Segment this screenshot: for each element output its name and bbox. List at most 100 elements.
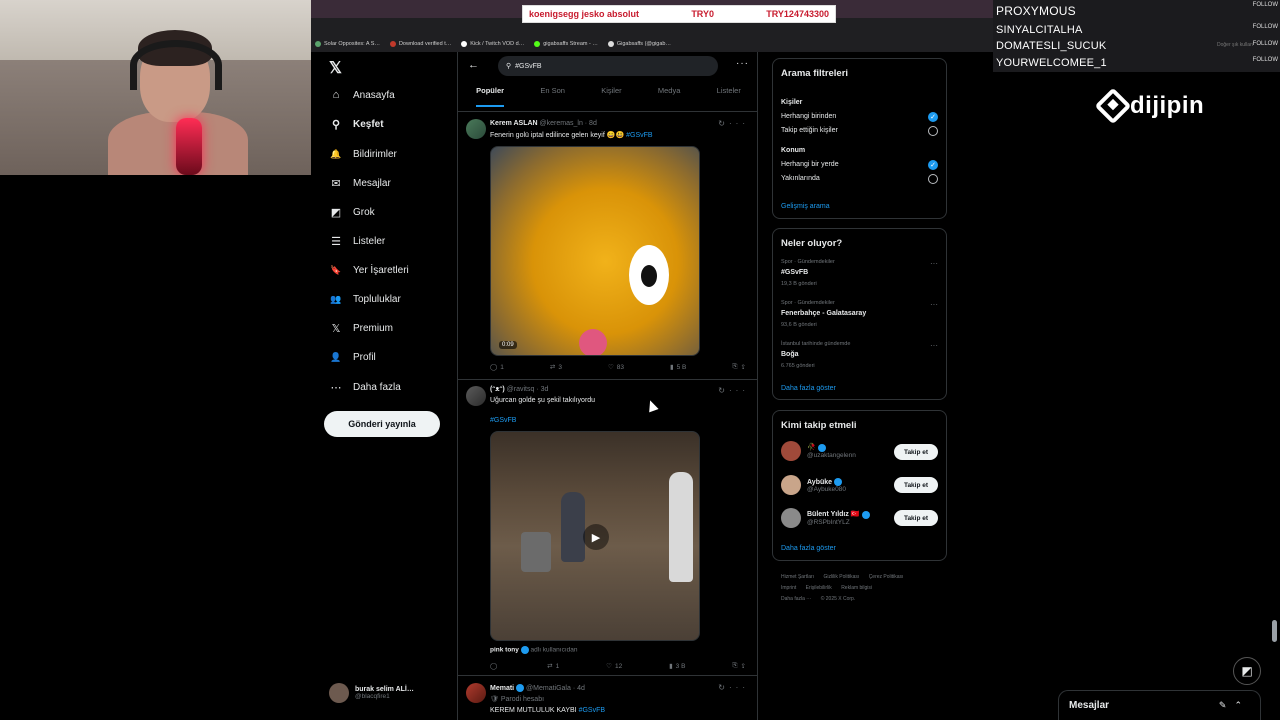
video-trashcan [521,532,551,572]
tweet[interactable]: Kerem ASLAN @keremas_ln · 8d ↻··· Feneri… [458,113,757,380]
page-scrollbar[interactable] [1272,620,1277,642]
footer-link[interactable]: Çerez Politikası [869,574,904,580]
follow-button[interactable]: Takip et [894,444,938,460]
tab-lists[interactable]: Listeler [717,86,741,107]
bookmark-share[interactable]: ⎘ ⇪ [732,662,746,670]
tweet-text: Uğurcan golde şu şekil takılıyordu [490,397,596,404]
x-logo-icon[interactable]: 𝕏 [329,58,342,78]
like-button[interactable]: ♡ 83 [608,363,624,372]
nav-messages[interactable]: ✉ Mesajlar [330,177,390,190]
footer-link[interactable]: Hizmet Şartları [781,574,814,580]
nav-more[interactable]: ⋯ Daha fazla [330,381,401,394]
reply-button[interactable]: ◯ [490,662,500,670]
author-name[interactable]: Memati [490,685,514,692]
follow-button[interactable]: Takip et [894,477,938,493]
nav-notifications[interactable]: 🔔 Bildirimler [330,148,397,160]
nav-profile[interactable]: 👤 Profil [330,351,375,363]
retweet-button[interactable]: ⇄ 1 [547,662,559,671]
location-anywhere-radio[interactable]: ✓ [928,160,938,170]
footer-link[interactable]: Reklam bilgisi [841,585,872,591]
nav-communities[interactable]: 👥 Topluluklar [330,293,400,305]
trend-name[interactable]: Fenerbahçe - Galatasaray [781,310,866,317]
tab-people[interactable]: Kişiler [601,86,621,107]
trend-name[interactable]: Boğa [781,351,799,358]
avatar[interactable] [781,508,801,528]
footer-link[interactable]: Daha fazla ··· [781,596,811,602]
views-button[interactable]: ▮ 5 B [670,363,686,372]
avatar[interactable] [781,441,801,461]
nav-lists[interactable]: ☰ Listeler [330,235,385,248]
tab-popular[interactable]: Popüler [476,86,505,107]
search-header: ← ⚲ #GSvFB ··· Popüler En Son Kişiler Me… [458,52,757,112]
suggested-user[interactable]: Bülent Yıldız 🇹🇷 @RSPbIntYLZ [781,508,870,528]
trend-meta: Spor · Gündemdekiler [781,300,835,306]
tweet-menu[interactable]: ↻··· [718,119,749,128]
play-icon[interactable]: ▶ [583,524,609,550]
footer-link[interactable]: Erişilebilirlik [806,585,832,591]
nav-bookmarks[interactable]: 🔖 Yer İşaretleri [330,264,408,276]
account-switcher[interactable]: burak selim ALİ… @blacqfire1 [329,683,414,703]
tweet[interactable]: Memati @MematiGala · 4d ↻··· 🛡 Parodi he… [458,677,757,720]
bookmark-share[interactable]: ⎘ ⇪ [732,363,746,371]
hashtag-link[interactable]: #GSvFB [579,707,605,714]
trend-meta: Spor · Gündemdekiler [781,259,835,265]
post-button[interactable]: Gönderi yayınla [324,411,440,437]
grok-fab-icon[interactable]: ◩ [1233,657,1261,685]
filter-option-label[interactable]: Takip ettiğin kişiler [781,127,838,134]
show-more-link[interactable]: Daha fazla göster [781,545,836,552]
avatar[interactable] [466,683,486,703]
bookmark-item[interactable]: Download verified t… [389,41,451,47]
like-button[interactable]: ♡ 12 [606,662,622,671]
tab-latest[interactable]: En Son [540,86,565,107]
footer-link[interactable]: Imprint [781,585,796,591]
suggested-user[interactable]: 🥀 @uzaktangelenn [781,441,856,461]
messages-drawer[interactable]: Mesajlar ✎⌃ [1058,690,1261,720]
people-anyone-radio[interactable]: ✓ [928,112,938,122]
bookmark-item[interactable]: Gigabsaffs (@gigab… [607,41,671,47]
back-arrow-icon[interactable]: ← [468,59,479,71]
search-input[interactable]: ⚲ #GSvFB [498,56,718,76]
filter-option-label[interactable]: Herhangi birinden [781,113,836,120]
tweet-video[interactable]: 0:09 [490,146,700,356]
bookmark-item[interactable]: gigabsaffs Stream - … [534,41,598,47]
filter-option-label[interactable]: Yakınlarında [781,175,820,182]
nav-premium[interactable]: 𝕏 Premium [330,322,393,335]
hashtag-link[interactable]: #GSvFB [626,132,652,139]
follow-button[interactable]: Takip et [894,510,938,526]
author-name[interactable]: (ᵔᴥᵔ) [490,386,505,393]
chevron-up-icon[interactable]: ⌃ [1234,700,1250,710]
nav-grok[interactable]: ◩ Grok [330,206,375,219]
avatar[interactable] [466,119,486,139]
avatar[interactable] [466,386,486,406]
filter-option-label[interactable]: Herhangi bir yerde [781,161,839,168]
more-options-icon[interactable]: ··· [930,300,938,309]
compose-icon[interactable]: ✎ [1219,700,1235,710]
more-options-icon[interactable]: ··· [930,341,938,350]
more-options-icon[interactable]: ··· [736,58,749,69]
tweet-video[interactable]: ▶ [490,431,700,641]
advanced-search-link[interactable]: Gelişmiş arama [781,203,830,210]
bookmark-item[interactable]: Kick / Twitch VOD d… [461,41,524,47]
tweet-menu[interactable]: ↻··· [718,683,749,692]
nav-explore[interactable]: ⚲ Keşfet [330,118,384,131]
show-more-link[interactable]: Daha fazla göster [781,385,836,392]
tab-media[interactable]: Medya [658,86,681,107]
nav-home[interactable]: ⌂ Anasayfa [330,89,395,101]
tweet-menu[interactable]: ↻··· [718,386,749,395]
views-button[interactable]: ▮ 3 B [669,662,685,671]
reply-button[interactable]: ◯ 1 [490,363,504,372]
footer-link[interactable]: Gizlilik Politikası [823,574,859,580]
suggested-user[interactable]: Aybüke @Aybuke080 [781,475,846,495]
avatar[interactable] [781,475,801,495]
tweet[interactable]: (ᵔᴥᵔ) @ravitsq · 3d ↻··· Uğurcan golde ş… [458,380,757,676]
hashtag-link[interactable]: #GSvFB [490,417,516,424]
more-options-icon[interactable]: ··· [930,259,938,268]
people-following-radio[interactable] [928,126,938,136]
trend-name[interactable]: #GSvFB [781,269,808,276]
location-nearby-radio[interactable] [928,174,938,184]
profile-icon: 👤 [330,351,342,362]
bookmark-item[interactable]: Solar Opposites: A S… [315,41,380,47]
retweet-button[interactable]: ⇄ 3 [550,363,562,372]
author-name[interactable]: Kerem ASLAN [490,120,538,127]
follow-tag: FOLLOW [1252,41,1278,47]
